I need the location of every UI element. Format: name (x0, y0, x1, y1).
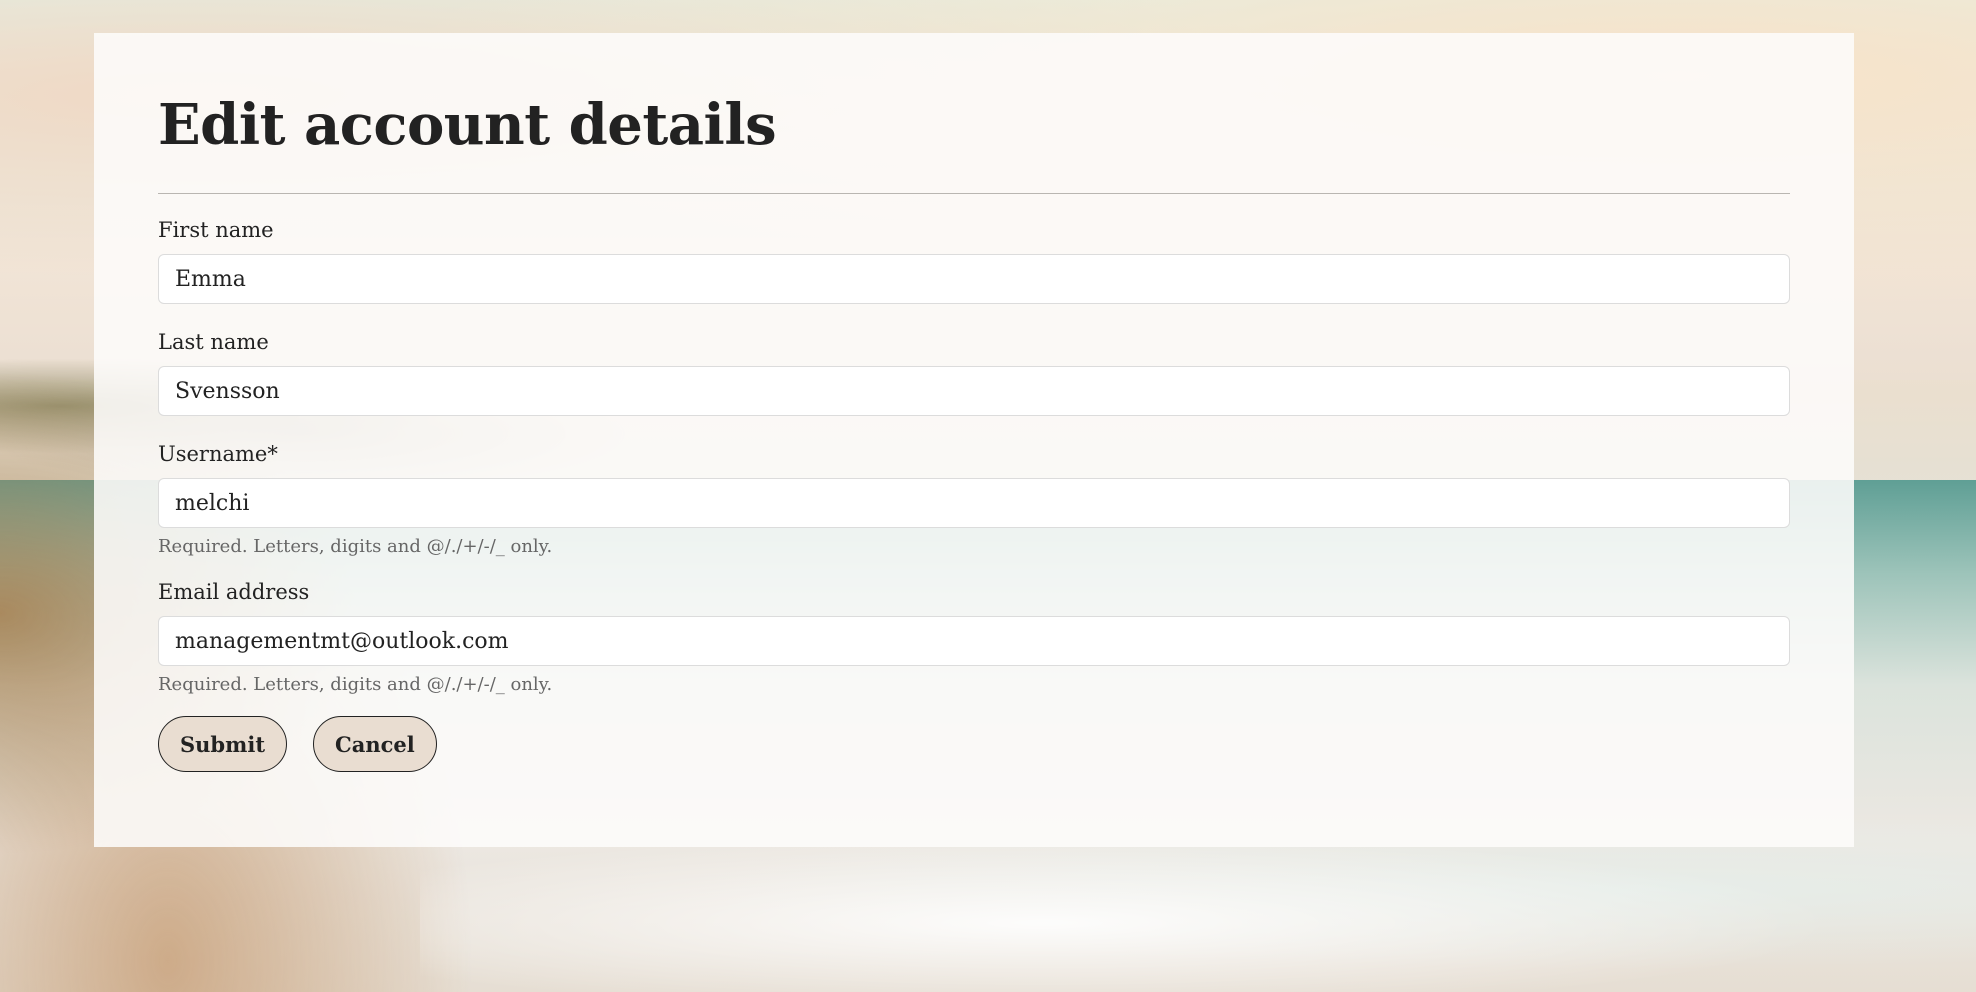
last-name-input[interactable] (158, 366, 1790, 416)
email-input[interactable] (158, 616, 1790, 666)
email-help-text: Required. Letters, digits and @/./+/-/_ … (158, 674, 553, 695)
page-title: Edit account details (158, 92, 777, 158)
first-name-field: First name (158, 216, 1790, 304)
edit-account-card: Edit account details First name Last nam… (94, 33, 1854, 847)
username-help-text: Required. Letters, digits and @/./+/-/_ … (158, 536, 553, 557)
edit-account-form: First name Last name Username* Required.… (158, 216, 1790, 772)
username-input[interactable] (158, 478, 1790, 528)
username-field: Username* Required. Letters, digits and … (158, 440, 1790, 558)
email-label: Email address (158, 580, 310, 604)
last-name-field: Last name (158, 328, 1790, 416)
last-name-label: Last name (158, 330, 269, 354)
title-divider (158, 193, 1790, 194)
username-label: Username* (158, 442, 278, 466)
form-actions: Submit Cancel (158, 716, 1790, 772)
first-name-label: First name (158, 218, 274, 242)
submit-button[interactable]: Submit (158, 716, 288, 772)
cancel-button[interactable]: Cancel (313, 716, 437, 772)
email-field: Email address Required. Letters, digits … (158, 578, 1790, 696)
first-name-input[interactable] (158, 254, 1790, 304)
